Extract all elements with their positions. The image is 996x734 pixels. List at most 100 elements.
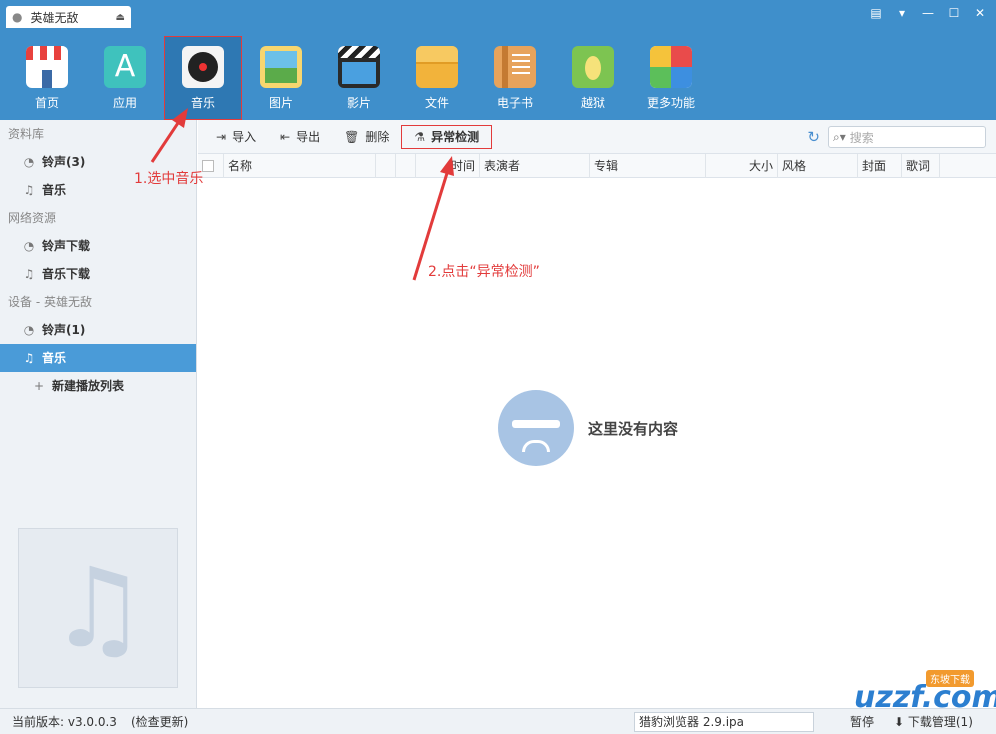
sad-face-icon bbox=[498, 390, 574, 466]
sidebar-section-title: 网络资源 bbox=[8, 211, 57, 225]
top-bar: ● 英雄无敌 ⏏ ▤ ▾ — ☐ ✕ 首页 A 应用 音乐 图片 影片 文件 电… bbox=[0, 0, 996, 120]
music-disc-icon bbox=[182, 46, 224, 88]
nav-label: 更多功能 bbox=[646, 96, 695, 110]
music-note-icon: ♫ bbox=[23, 351, 35, 365]
sidebar-item-label: 铃声下载 bbox=[42, 239, 91, 253]
refresh-icon[interactable]: ↻ bbox=[807, 128, 820, 146]
anomaly-check-label: 异常检测 bbox=[431, 130, 480, 144]
clapperboard-icon bbox=[338, 46, 380, 88]
annotation-step1: 1.选中音乐 bbox=[134, 171, 204, 187]
column-genre[interactable]: 风格 bbox=[778, 154, 858, 178]
nav-movies[interactable]: 影片 bbox=[320, 36, 398, 120]
watermark-brand: uzzf.com bbox=[854, 680, 996, 715]
search-icon: ⌕▾ bbox=[833, 129, 846, 144]
import-button[interactable]: ⇥ 导入 bbox=[208, 125, 264, 149]
album-art-placeholder: ♫ bbox=[18, 528, 178, 688]
close-icon[interactable]: ✕ bbox=[972, 5, 988, 21]
nav-label: 文件 bbox=[424, 96, 449, 110]
main-nav: 首页 A 应用 音乐 图片 影片 文件 电子书 越狱 更多功能 bbox=[8, 36, 710, 120]
nav-label: 首页 bbox=[34, 96, 59, 110]
nav-label: 影片 bbox=[346, 96, 371, 110]
search-input[interactable]: ⌕▾ 搜索 bbox=[828, 126, 986, 148]
sidebar: 资料库 ◔ 铃声(3) ♫ 音乐 网络资源 ◔ 铃声下载 ♫ 音乐下载 设备 -… bbox=[0, 120, 197, 708]
dropdown-icon[interactable]: ▾ bbox=[894, 5, 910, 21]
trash-icon: 🗑 bbox=[344, 129, 360, 144]
export-label: 导出 bbox=[296, 130, 321, 144]
column-name[interactable]: 名称 bbox=[224, 154, 376, 178]
ebook-icon bbox=[494, 46, 536, 88]
nav-label: 音乐 bbox=[190, 96, 215, 110]
pineapple-icon bbox=[572, 46, 614, 88]
sidebar-item-device-ringtones[interactable]: ◔ 铃声(1) bbox=[0, 316, 196, 344]
sidebar-item-music-download[interactable]: ♫ 音乐下载 bbox=[0, 260, 196, 288]
sidebar-item-label: 音乐 bbox=[42, 183, 67, 197]
device-tab[interactable]: ● 英雄无敌 ⏏ bbox=[6, 6, 131, 28]
annotation-step2: 2.点击“异常检测” bbox=[428, 264, 540, 280]
column-blank bbox=[396, 154, 416, 178]
nav-label: 越狱 bbox=[580, 96, 605, 110]
sidebar-item-label: 音乐下载 bbox=[42, 267, 91, 281]
plus-icon: + bbox=[33, 379, 45, 393]
watermark-logo: uzzf.com 东坡下载 bbox=[816, 668, 996, 726]
check-update-link[interactable]: (检查更新) bbox=[131, 713, 188, 730]
watermark-tag: 东坡下载 bbox=[926, 670, 974, 687]
version-text: 当前版本: v3.0.0.3 bbox=[12, 715, 117, 729]
delete-label: 删除 bbox=[365, 130, 390, 144]
sidebar-section-title: 设备 - 英雄无敌 bbox=[8, 295, 92, 309]
nav-home[interactable]: 首页 bbox=[8, 36, 86, 120]
nav-label: 电子书 bbox=[496, 96, 533, 110]
sidebar-item-label: 铃声(3) bbox=[42, 155, 86, 169]
delete-button[interactable]: 🗑 删除 bbox=[336, 125, 397, 149]
minimize-icon[interactable]: — bbox=[920, 5, 936, 21]
more-tiles-icon bbox=[650, 46, 692, 88]
music-note-icon: ♫ bbox=[23, 267, 35, 281]
sidebar-item-new-playlist[interactable]: + 新建播放列表 bbox=[0, 372, 196, 400]
bell-icon: ◔ bbox=[23, 155, 35, 169]
import-icon: ⇥ bbox=[216, 129, 227, 144]
bell-icon: ◔ bbox=[23, 239, 35, 253]
sidebar-item-label: 新建播放列表 bbox=[52, 379, 125, 393]
empty-state: 这里没有内容 bbox=[498, 390, 678, 466]
column-time[interactable]: 时间 bbox=[416, 154, 480, 178]
sidebar-item-label: 音乐 bbox=[42, 351, 67, 365]
eject-icon[interactable]: ⏏ bbox=[116, 12, 125, 23]
toolbar: ⇥ 导入 ⇤ 导出 🗑 删除 ⚗ 异常检测 ↻ ⌕▾ 搜索 bbox=[198, 120, 996, 154]
search-placeholder: 搜索 bbox=[849, 130, 874, 145]
table-header: 名称 时间 表演者 专辑 大小 风格 封面 歌词 bbox=[198, 154, 996, 178]
maximize-icon[interactable]: ☐ bbox=[946, 5, 962, 21]
apple-icon: ● bbox=[12, 10, 23, 24]
column-cover[interactable]: 封面 bbox=[858, 154, 902, 178]
download-file-name: 猎豹浏览器 2.9.ipa bbox=[634, 712, 814, 732]
nav-label: 应用 bbox=[112, 96, 137, 110]
column-artist[interactable]: 表演者 bbox=[480, 154, 590, 178]
sidebar-item-label: 铃声(1) bbox=[42, 323, 86, 337]
main-panel: ⇥ 导入 ⇤ 导出 🗑 删除 ⚗ 异常检测 ↻ ⌕▾ 搜索 名称 时间 表演者 … bbox=[198, 120, 996, 708]
music-note-icon: ♫ bbox=[48, 544, 148, 672]
empty-text: 这里没有内容 bbox=[588, 419, 679, 438]
column-size[interactable]: 大小 bbox=[706, 154, 778, 178]
device-name: 英雄无敌 bbox=[30, 10, 79, 25]
home-icon bbox=[26, 46, 68, 88]
nav-music[interactable]: 音乐 bbox=[164, 36, 242, 120]
column-album[interactable]: 专辑 bbox=[590, 154, 706, 178]
nav-apps[interactable]: A 应用 bbox=[86, 36, 164, 120]
sidebar-item-ringtone-download[interactable]: ◔ 铃声下载 bbox=[0, 232, 196, 260]
anomaly-check-button[interactable]: ⚗ 异常检测 bbox=[401, 124, 493, 149]
import-label: 导入 bbox=[232, 130, 257, 144]
bell-icon: ◔ bbox=[23, 323, 35, 337]
column-blank bbox=[376, 154, 396, 178]
nav-pictures[interactable]: 图片 bbox=[242, 36, 320, 120]
flask-icon: ⚗ bbox=[414, 129, 426, 144]
nav-files[interactable]: 文件 bbox=[398, 36, 476, 120]
nav-ebooks[interactable]: 电子书 bbox=[476, 36, 554, 120]
music-note-icon: ♫ bbox=[23, 183, 35, 197]
nav-jailbreak[interactable]: 越狱 bbox=[554, 36, 632, 120]
picture-icon bbox=[260, 46, 302, 88]
app-store-icon: A bbox=[104, 46, 146, 88]
chat-icon[interactable]: ▤ bbox=[868, 5, 884, 21]
sidebar-section-title: 资料库 bbox=[8, 127, 45, 141]
sidebar-item-device-music[interactable]: ♫ 音乐 bbox=[0, 344, 196, 372]
export-button[interactable]: ⇤ 导出 bbox=[272, 125, 328, 149]
column-lyrics[interactable]: 歌词 bbox=[902, 154, 940, 178]
nav-more[interactable]: 更多功能 bbox=[632, 36, 710, 120]
